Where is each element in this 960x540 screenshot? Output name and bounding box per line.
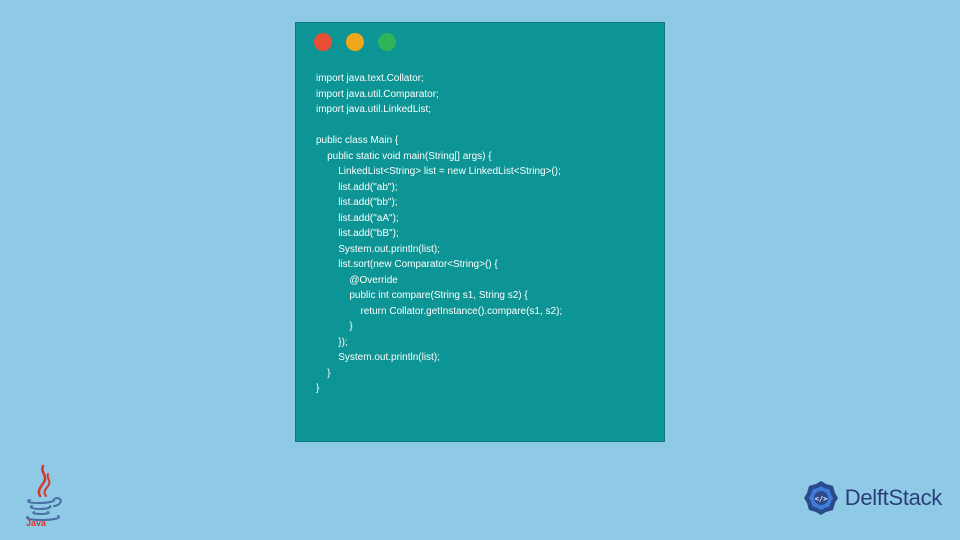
minimize-icon xyxy=(346,33,364,51)
java-logo-icon: Java xyxy=(20,464,66,526)
window-title-bar xyxy=(296,23,664,61)
svg-text:</>: </> xyxy=(814,495,827,503)
maximize-icon xyxy=(378,33,396,51)
delftstack-logo: </> DelftStack xyxy=(801,478,942,518)
delftstack-label: DelftStack xyxy=(845,485,942,511)
svg-text:Java: Java xyxy=(26,518,47,526)
code-content: import java.text.Collator; import java.u… xyxy=(296,61,664,413)
close-icon xyxy=(314,33,332,51)
delftstack-icon: </> xyxy=(801,478,841,518)
code-window: import java.text.Collator; import java.u… xyxy=(295,22,665,442)
